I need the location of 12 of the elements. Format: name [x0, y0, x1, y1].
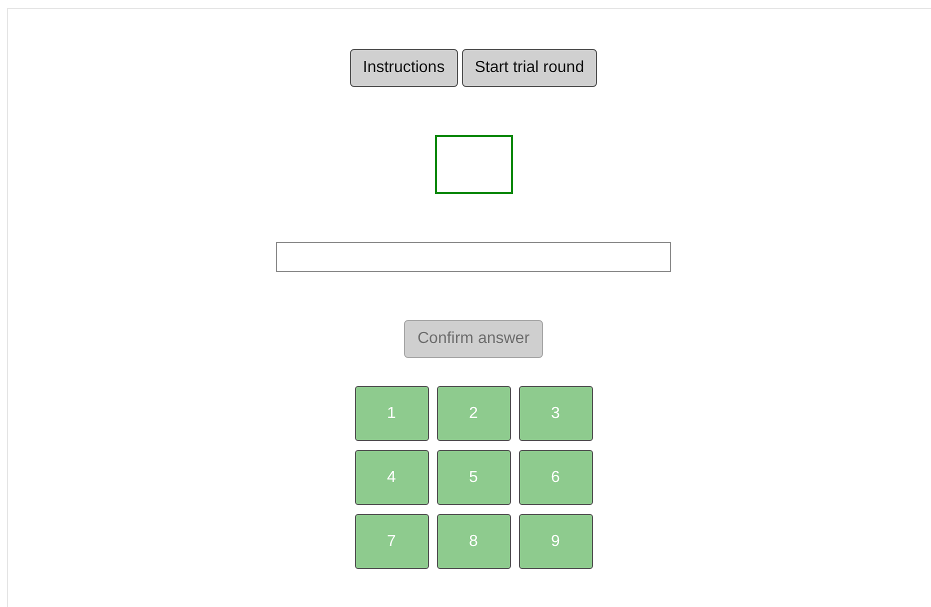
- keypad-key[interactable]: 1: [354, 386, 428, 441]
- keypad-key[interactable]: 7: [354, 514, 428, 569]
- keypad-key[interactable]: 3: [518, 386, 592, 441]
- keypad-key[interactable]: 2: [436, 386, 510, 441]
- keypad-key[interactable]: 5: [436, 450, 510, 505]
- answer-field[interactable]: [276, 242, 671, 272]
- toolbar-button[interactable]: Instructions: [350, 49, 458, 87]
- keypad-key[interactable]: 4: [354, 450, 428, 505]
- toolbar-button[interactable]: Start trial round: [462, 49, 598, 87]
- keypad-key[interactable]: 9: [518, 514, 592, 569]
- keypad-key[interactable]: 8: [436, 514, 510, 569]
- keypad-key[interactable]: 6: [518, 450, 592, 505]
